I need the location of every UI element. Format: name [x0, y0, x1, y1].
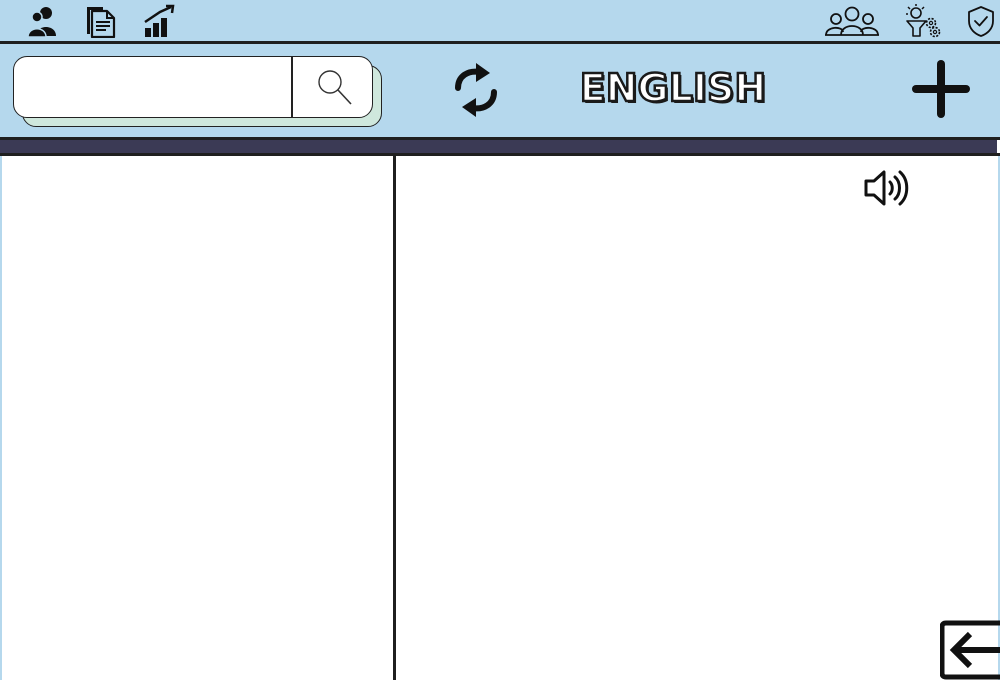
plus-icon[interactable] — [912, 60, 970, 118]
shield-check-icon[interactable] — [966, 4, 996, 38]
document-icon[interactable] — [84, 4, 118, 38]
top-icon-bar — [0, 0, 1000, 42]
ideas-settings-icon[interactable] — [904, 4, 942, 38]
refresh-icon[interactable] — [450, 62, 502, 118]
search-box — [13, 56, 373, 118]
user-group-icon[interactable] — [824, 4, 880, 38]
exit-arrow-icon[interactable] — [940, 620, 1000, 680]
detail-panel — [396, 156, 1000, 680]
search-input[interactable] — [14, 57, 282, 117]
accent-band — [0, 140, 997, 153]
users-icon[interactable] — [26, 4, 60, 38]
search-icon[interactable] — [293, 57, 372, 117]
language-title: ENGLISH — [579, 65, 768, 112]
word-list-panel[interactable] — [0, 156, 393, 680]
toolbar: ENGLISH — [0, 44, 1000, 137]
speaker-icon[interactable] — [863, 168, 909, 208]
growth-chart-icon[interactable] — [142, 4, 176, 38]
